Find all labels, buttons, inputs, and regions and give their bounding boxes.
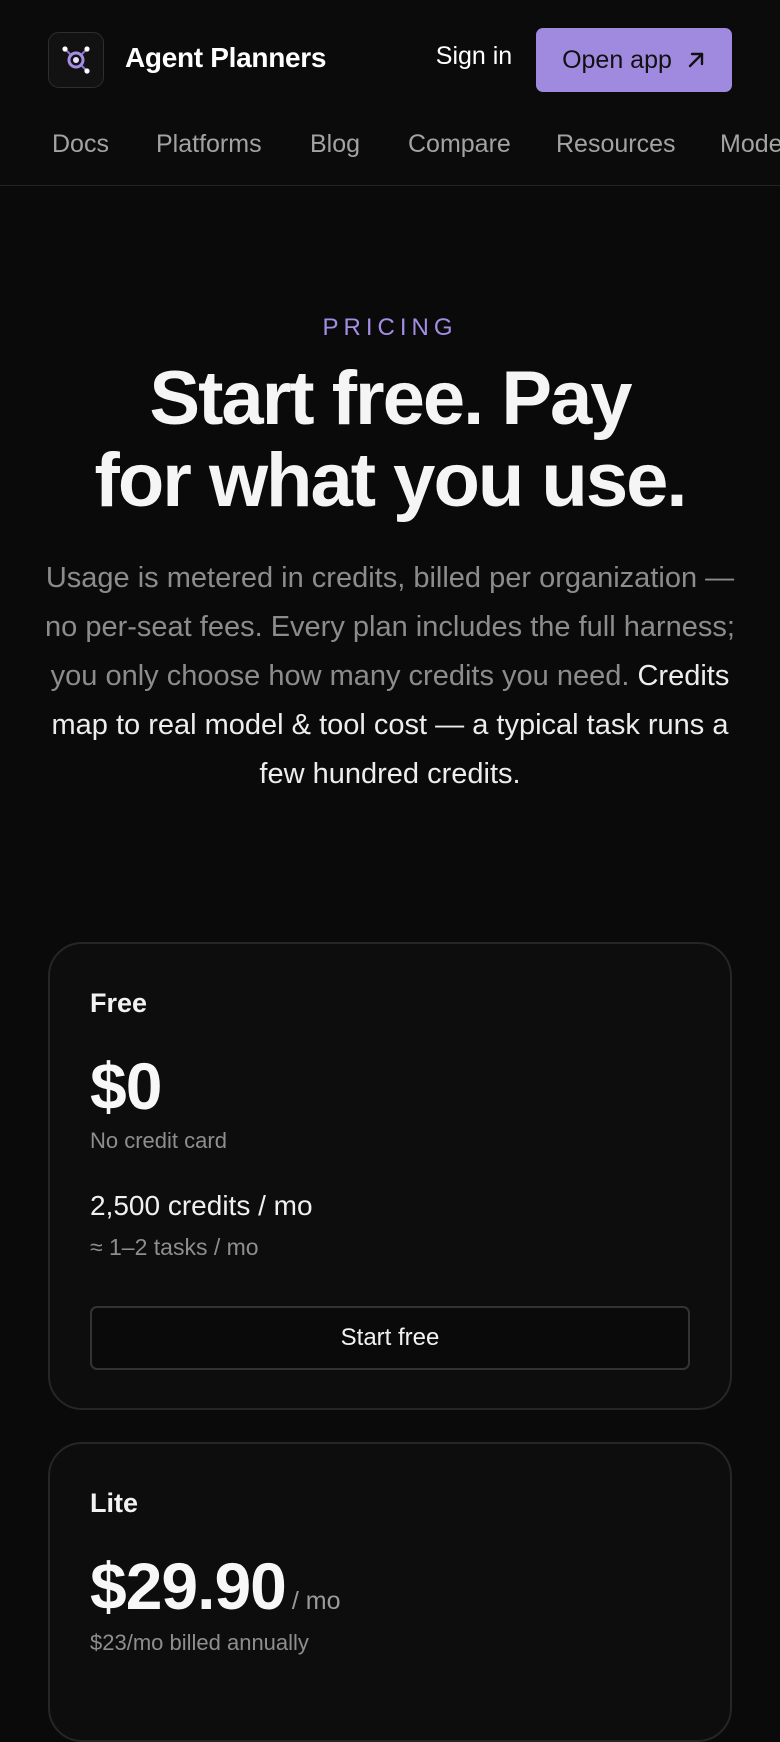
plan-price: $0	[90, 1049, 162, 1123]
section-eyebrow: PRICING	[322, 314, 458, 341]
top-bar: Agent Planners Sign in Open app	[0, 0, 780, 120]
arrow-up-right-icon	[688, 52, 704, 68]
nav-item-resources[interactable]: Resources	[556, 130, 676, 159]
sign-in-link[interactable]: Sign in	[418, 42, 530, 71]
plan-name: Free	[90, 988, 148, 1018]
start-free-button[interactable]: Start free	[90, 1306, 690, 1370]
plan-card-lite: Lite $29.90/ mo $23/mo billed annually	[48, 1442, 732, 1742]
nav-item-blog[interactable]: Blog	[310, 130, 360, 159]
nav-item-models[interactable]: Models	[720, 130, 780, 159]
open-app-label: Open app	[562, 45, 672, 74]
plan-note: No credit card	[90, 1128, 227, 1153]
plan-tasks: ≈ 1–2 tasks / mo	[90, 1234, 259, 1260]
plan-price-period: / mo	[291, 1587, 341, 1615]
page-intro: Usage is metered in credits, billed per …	[44, 554, 736, 799]
nav-bar: Docs Platforms Blog Compare Resources Mo…	[0, 120, 780, 186]
orbit-node-icon	[62, 46, 90, 74]
page-title-line-2: for what you use.	[94, 438, 688, 523]
plan-card-free: Free $0 No credit card 2,500 credits / m…	[48, 942, 732, 1410]
plan-note: $23/mo billed annually	[90, 1630, 309, 1655]
intro-muted-text: Usage is metered in credits, billed per …	[45, 562, 735, 692]
logo[interactable]	[48, 32, 104, 88]
page-title-line-1: Start free. Pay	[149, 356, 632, 441]
nav-item-platforms[interactable]: Platforms	[156, 130, 262, 159]
plan-name: Lite	[90, 1488, 139, 1518]
site-header: Agent Planners Sign in Open app Docs Pla…	[0, 0, 780, 186]
nav-item-docs[interactable]: Docs	[52, 130, 109, 159]
nav-item-compare[interactable]: Compare	[408, 130, 511, 159]
open-app-button[interactable]: Open app	[536, 28, 732, 92]
page-title: Start free. Pay for what you use.	[40, 358, 740, 522]
plan-price-row: $29.90/ mo	[90, 1548, 341, 1624]
brand-name[interactable]: Agent Planners	[125, 42, 326, 74]
plan-credits: 2,500 credits / mo	[90, 1190, 313, 1221]
plan-price: $29.90	[90, 1549, 287, 1623]
